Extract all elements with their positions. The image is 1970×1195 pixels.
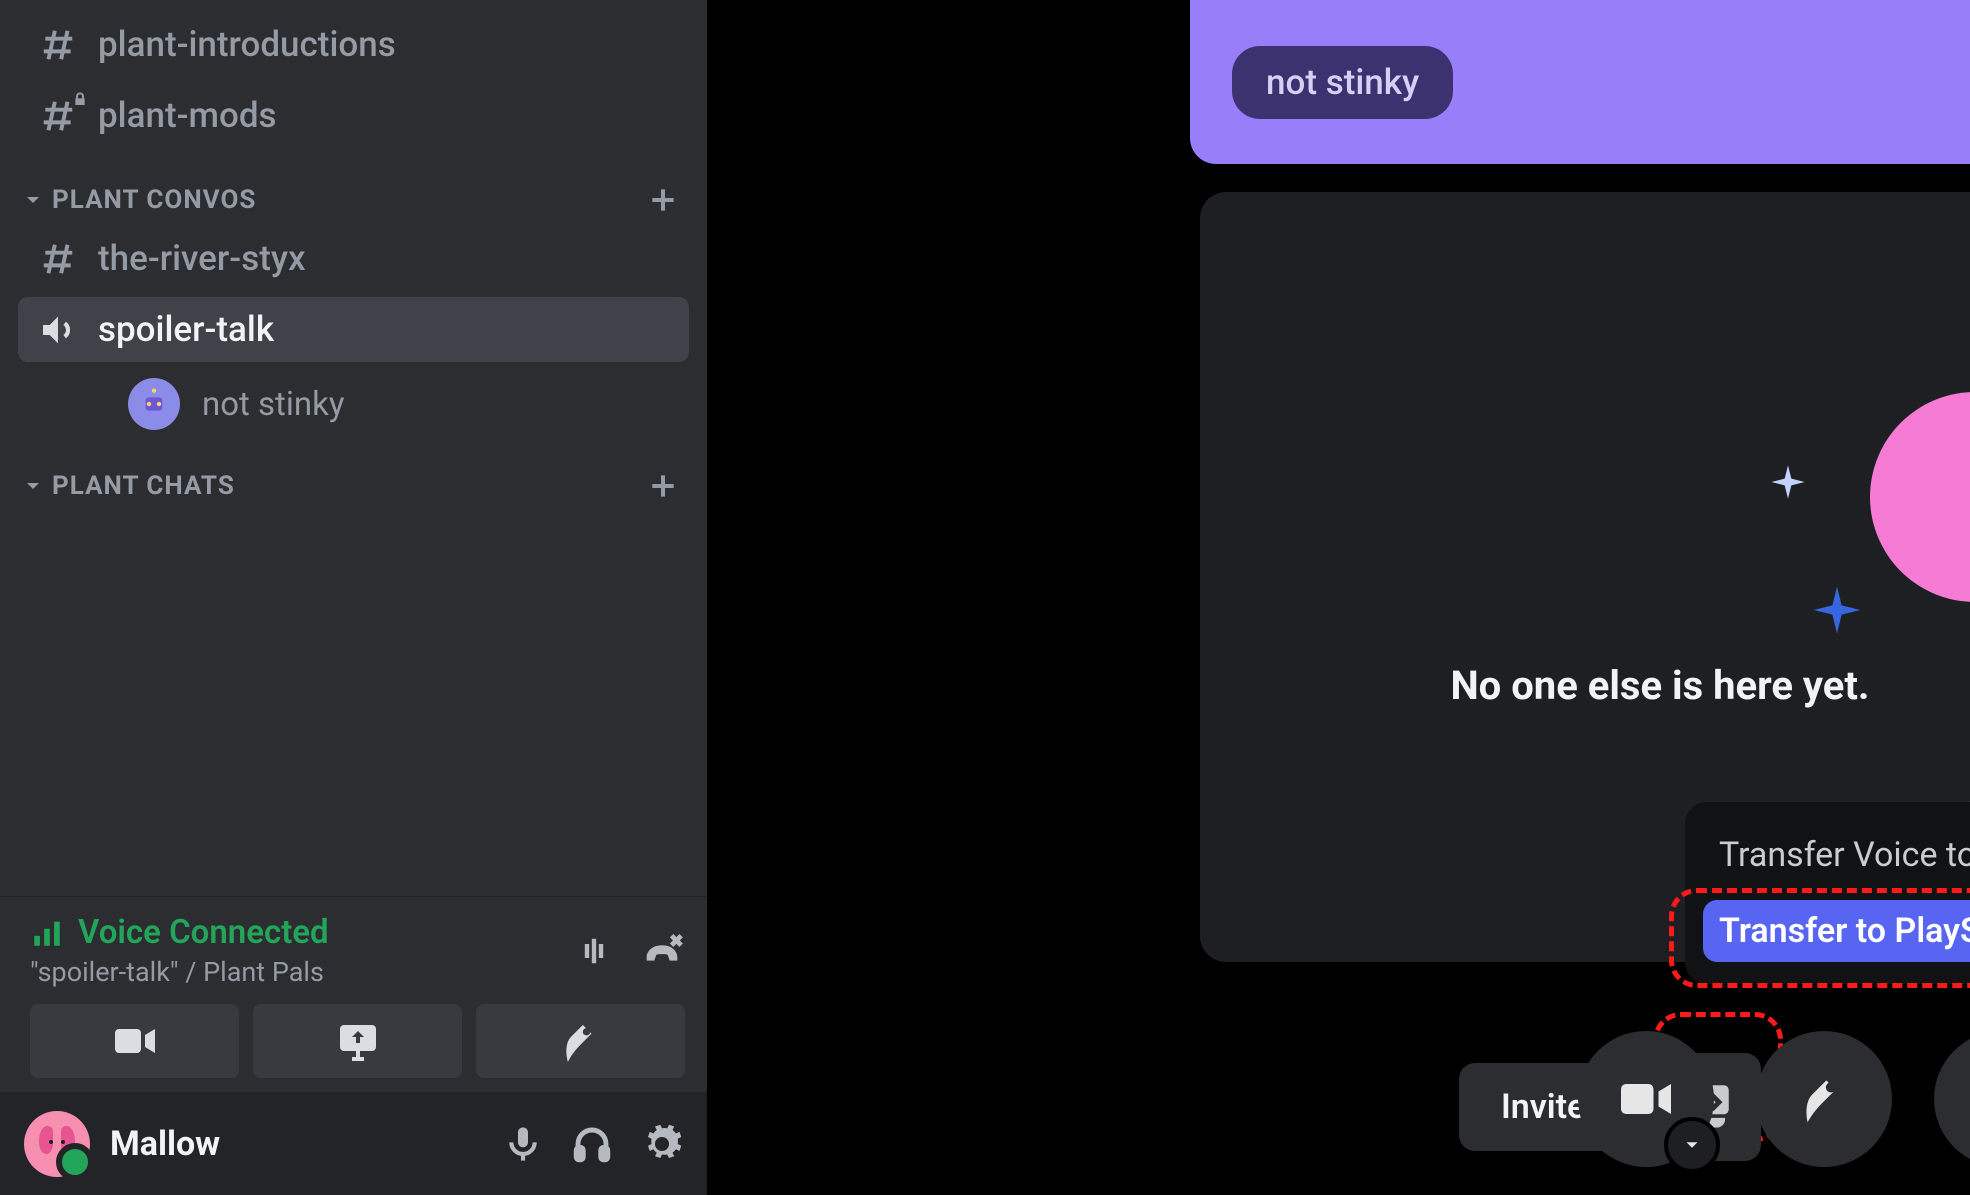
chevron-down-icon bbox=[24, 477, 42, 495]
voice-member-not-stinky[interactable]: not stinky bbox=[18, 368, 689, 440]
disconnect-icon[interactable] bbox=[639, 928, 685, 974]
stage-avatar bbox=[1870, 392, 1970, 602]
category-plant-chats[interactable]: PLANT CHATS bbox=[18, 440, 689, 512]
speaker-icon bbox=[38, 310, 78, 350]
chevron-down-icon[interactable] bbox=[1664, 1117, 1720, 1173]
plus-icon[interactable] bbox=[647, 470, 679, 502]
channel-spoiler-talk[interactable]: spoiler-talk bbox=[18, 297, 689, 362]
sparkle-icon bbox=[1768, 462, 1808, 502]
transfer-voice-popup: Transfer Voice to Xbox Transfer to PlayS… bbox=[1685, 802, 1970, 984]
hash-icon bbox=[38, 240, 78, 278]
channel-label: plant-introductions bbox=[98, 24, 396, 65]
category-label: PLANT CONVOS bbox=[52, 185, 256, 215]
sparkle-icon bbox=[1809, 582, 1865, 638]
chevron-down-icon bbox=[24, 191, 42, 209]
user-avatar bbox=[24, 1111, 90, 1177]
headphones-icon[interactable] bbox=[571, 1123, 613, 1165]
voice-channel-path: "spoiler-talk" / Plant Pals bbox=[30, 956, 329, 988]
screen-share-round-button[interactable] bbox=[1934, 1031, 1970, 1167]
member-name: not stinky bbox=[202, 385, 344, 424]
camera-button[interactable] bbox=[1578, 1031, 1714, 1167]
voice-status-text[interactable]: Voice Connected bbox=[78, 913, 329, 952]
round-controls bbox=[1578, 1031, 1970, 1167]
channel-sidebar: plant-introductions plant-mods PLANT CON… bbox=[0, 0, 707, 1195]
channel-label: the-river-styx bbox=[98, 238, 306, 279]
video-button[interactable] bbox=[30, 1004, 239, 1078]
category-plant-convos[interactable]: PLANT CONVOS bbox=[18, 154, 689, 226]
hash-lock-icon bbox=[38, 97, 78, 135]
main-area: not stinky No one else is here yet. In T… bbox=[707, 0, 1970, 1195]
channel-the-river-styx[interactable]: the-river-styx bbox=[18, 226, 689, 291]
channel-list: plant-introductions plant-mods PLANT CON… bbox=[0, 0, 707, 896]
channel-label: spoiler-talk bbox=[98, 309, 274, 350]
plus-icon[interactable] bbox=[647, 184, 679, 216]
hash-icon bbox=[38, 26, 78, 64]
channel-plant-mods[interactable]: plant-mods bbox=[18, 83, 689, 148]
category-label: PLANT CHATS bbox=[52, 471, 235, 501]
signal-icon bbox=[30, 916, 64, 950]
screen-share-button[interactable] bbox=[253, 1004, 462, 1078]
settings-icon[interactable] bbox=[641, 1123, 683, 1165]
microphone-icon[interactable] bbox=[503, 1124, 543, 1164]
user-info[interactable]: Mallow bbox=[24, 1111, 220, 1177]
transfer-ps-label: Transfer to PlayStation bbox=[1719, 911, 1970, 951]
empty-stage-text: No one else is here yet. bbox=[1200, 662, 1970, 709]
participant-name-pill: not stinky bbox=[1232, 46, 1453, 119]
voice-participant-banner: not stinky bbox=[1190, 0, 1970, 164]
user-panel: Mallow bbox=[0, 1092, 707, 1195]
transfer-xbox-label: Transfer Voice to Xbox bbox=[1719, 835, 1970, 875]
member-avatar bbox=[128, 378, 180, 430]
channel-label: plant-mods bbox=[98, 95, 277, 136]
username: Mallow bbox=[110, 1124, 220, 1164]
activity-button[interactable] bbox=[476, 1004, 685, 1078]
transfer-xbox-button[interactable]: Transfer Voice to Xbox bbox=[1703, 824, 1970, 886]
transfer-playstation-button[interactable]: Transfer to PlayStation bbox=[1703, 900, 1970, 962]
activity-launch-button[interactable] bbox=[1756, 1031, 1892, 1167]
voice-connection-panel: Voice Connected "spoiler-talk" / Plant P… bbox=[0, 896, 707, 1092]
channel-plant-introductions[interactable]: plant-introductions bbox=[18, 12, 689, 77]
noise-suppression-icon[interactable] bbox=[573, 930, 615, 972]
